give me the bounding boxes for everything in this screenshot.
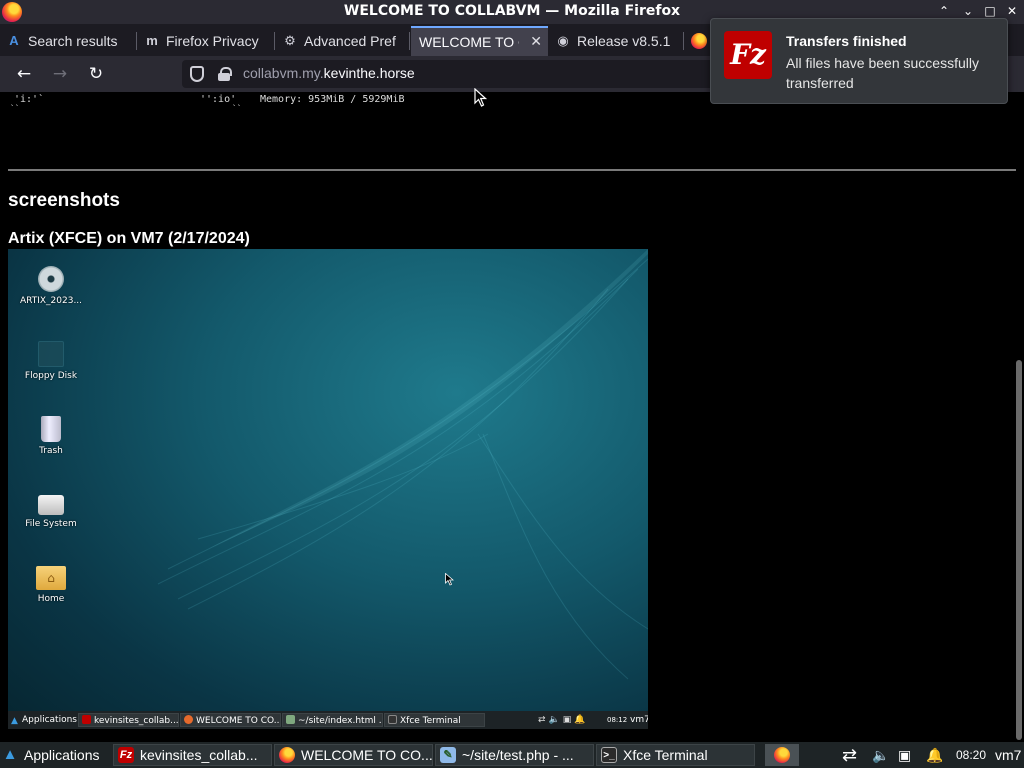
firefox-icon bbox=[184, 715, 193, 724]
vm-taskbar-window[interactable]: kevinsites_collab... bbox=[78, 713, 179, 727]
tray-firefox-button[interactable] bbox=[765, 744, 799, 766]
terminal-icon bbox=[388, 715, 397, 724]
taskbar-window-firefox[interactable]: WELCOME TO CO... bbox=[274, 744, 433, 766]
memory-readout: Memory: 953MiB / 5929MiB bbox=[260, 94, 405, 105]
tab-welcome-collabvm[interactable]: WELCOME TO C ✕ bbox=[411, 26, 548, 56]
volume-icon[interactable]: 🔈 bbox=[872, 744, 892, 766]
vm-taskbar-window[interactable]: Xfce Terminal bbox=[384, 713, 485, 727]
gear-icon: ⚙ bbox=[284, 33, 296, 48]
firefox-icon bbox=[774, 747, 790, 763]
filezilla-icon: Fz bbox=[118, 747, 134, 763]
artix-logo-icon: ▲ bbox=[2, 746, 18, 763]
vm-taskbar: ▲ Applications kevinsites_collab... WELCO… bbox=[8, 711, 648, 729]
mdn-icon: m bbox=[146, 33, 158, 48]
url-text[interactable]: collabvm.my.kevinthe.horse bbox=[243, 65, 415, 81]
firefox-icon bbox=[691, 33, 707, 49]
notification-bell-icon[interactable]: 🔔 bbox=[926, 744, 942, 766]
tracking-protection-shield-icon[interactable] bbox=[190, 66, 204, 82]
forward-button[interactable]: → bbox=[48, 62, 72, 86]
tab-separator bbox=[274, 32, 275, 50]
text-editor-icon: ✎ bbox=[440, 747, 456, 763]
ascii-art-line: '':io' bbox=[200, 94, 237, 105]
mouse-cursor-icon bbox=[474, 88, 487, 107]
vm-applications-menu[interactable]: ▲ Applications bbox=[8, 713, 78, 727]
artix-logo-icon: ▲ bbox=[11, 716, 18, 726]
section-heading: screenshots bbox=[8, 190, 120, 211]
tab-advanced-preferences[interactable]: ⚙ Advanced Pref bbox=[276, 26, 410, 56]
vm-taskbar-window[interactable]: WELCOME TO CO... bbox=[180, 713, 281, 727]
filezilla-icon bbox=[82, 715, 91, 724]
network-icon[interactable]: ⇄ bbox=[842, 744, 866, 766]
applications-menu[interactable]: ▲ Applications bbox=[0, 744, 110, 766]
vm-system-tray[interactable]: ⇄🔈▣🔔 bbox=[535, 713, 595, 727]
tab-firefox-privacy[interactable]: m Firefox Privacy bbox=[138, 26, 275, 56]
search-results-icon: A bbox=[9, 33, 19, 48]
disc-icon bbox=[38, 266, 64, 292]
lock-icon[interactable] bbox=[218, 67, 232, 81]
clock[interactable]: 08:20 bbox=[956, 744, 986, 766]
floppy-disk-icon bbox=[38, 341, 64, 367]
page-scrollbar[interactable] bbox=[1016, 360, 1022, 740]
system-taskbar: ▲ Applications Fz kevinsites_collab... WEL… bbox=[0, 742, 1024, 768]
battery-icon[interactable]: ▣ bbox=[898, 744, 918, 766]
horizontal-rule bbox=[8, 169, 1016, 171]
vm-taskbar-window[interactable]: ~/site/index.html ... bbox=[282, 713, 383, 727]
desktop-icon-artix[interactable]: ARTIX_2023... bbox=[11, 266, 91, 306]
reload-button[interactable]: ↻ bbox=[84, 62, 108, 86]
ascii-art-line: `` bbox=[10, 104, 20, 113]
notification-popup[interactable]: Fz Transfers finished All files have bee… bbox=[710, 18, 1008, 104]
tab-release[interactable]: ◉ Release v8.5.1 bbox=[549, 26, 684, 56]
trash-icon bbox=[41, 416, 61, 442]
vm-clock[interactable]: 08:12 bbox=[604, 713, 627, 727]
back-button[interactable]: ← bbox=[12, 62, 36, 86]
desktop-icon-floppy[interactable]: Floppy Disk bbox=[11, 341, 91, 381]
tab-separator bbox=[409, 32, 410, 50]
firefox-icon bbox=[279, 747, 295, 763]
terminal-icon: >_ bbox=[601, 747, 617, 763]
page-content: 'i:'` '':io' Memory: 953MiB / 5929MiB ``… bbox=[0, 92, 1024, 742]
ascii-art-line: `` bbox=[232, 104, 242, 113]
tab-separator bbox=[683, 32, 684, 50]
tab-separator bbox=[136, 32, 137, 50]
taskbar-window-text-editor[interactable]: ✎ ~/site/test.php - ... bbox=[435, 744, 594, 766]
taskbar-window-terminal[interactable]: >_ Xfce Terminal bbox=[596, 744, 755, 766]
wallpaper-swirl bbox=[157, 249, 648, 680]
desktop-icon-trash[interactable]: Trash bbox=[11, 416, 91, 456]
close-tab-icon[interactable]: ✕ bbox=[530, 33, 542, 50]
vm-hostname: vm7 bbox=[630, 715, 648, 725]
tab-search-results[interactable]: A Search results bbox=[0, 26, 137, 56]
desktop-icon-filesystem[interactable]: File System bbox=[11, 491, 91, 529]
home-folder-icon: ⌂ bbox=[36, 566, 66, 590]
notification-title: Transfers finished bbox=[786, 33, 907, 49]
mouse-cursor-icon bbox=[445, 573, 454, 586]
address-bar[interactable]: collabvm.my.kevinthe.horse bbox=[182, 60, 742, 88]
notification-body: All files have been successfully transfe… bbox=[786, 55, 979, 91]
hostname: vm7 bbox=[995, 747, 1022, 763]
window-title: WELCOME TO COLLABVM — Mozilla Firefox bbox=[343, 3, 681, 19]
text-editor-icon bbox=[286, 715, 295, 724]
filezilla-icon: Fz bbox=[724, 31, 772, 79]
taskbar-window-filezilla[interactable]: Fz kevinsites_collab... bbox=[113, 744, 272, 766]
close-window-button[interactable]: ✕ bbox=[1003, 2, 1021, 20]
drive-icon bbox=[38, 495, 64, 515]
screenshot-caption: Artix (XFCE) on VM7 (2/17/2024) bbox=[8, 230, 250, 247]
desktop-icon-home[interactable]: ⌂ Home bbox=[11, 566, 91, 604]
github-icon: ◉ bbox=[557, 33, 569, 48]
vm-screenshot-image[interactable]: ARTIX_2023... Floppy Disk Trash File Sys… bbox=[8, 249, 648, 729]
